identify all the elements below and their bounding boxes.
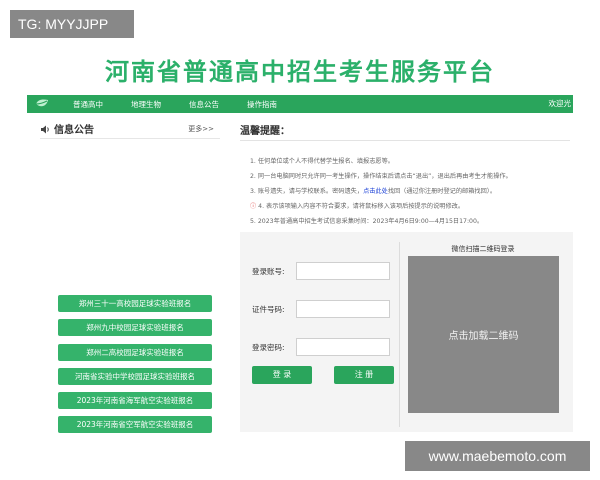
welcome-text: 欢迎光 — [548, 99, 572, 108]
more-link[interactable]: 更多>> — [188, 124, 214, 134]
account-input[interactable] — [296, 262, 390, 280]
recover-password-link[interactable]: 点击此处 — [363, 188, 388, 195]
tip-item: 3. 账号遗失，请与学校联系。密码遗失，点击此处找回（通过你注册时登记的邮箱找回… — [250, 188, 497, 195]
login-form: 登录账号: 证件号码: 登录密码: — [252, 262, 390, 376]
tg-badge: TG: MYYJJPP — [10, 10, 134, 38]
qr-placeholder-text: 点击加载二维码 — [448, 331, 519, 342]
login-divider — [399, 242, 400, 427]
nav-item-operation-guide[interactable]: 操作指南 — [247, 99, 277, 110]
tips-title: 温馨提醒： — [240, 126, 290, 137]
tip-item: 1. 任何单位或个人不得代替学生报名、填报志愿等。 — [250, 158, 394, 165]
leaf-logo-icon[interactable] — [27, 95, 57, 113]
tips-divider — [240, 140, 570, 141]
qr-code-area[interactable]: 点击加载二维码 — [408, 256, 559, 413]
notice-title: 信息公告 — [54, 125, 94, 136]
tip-item: 5. 2023年普通高中招生考试信息采集时间：2023年4月6日9:00—4月1… — [250, 218, 484, 225]
nav-item-general-high-school[interactable]: 普通高中 — [73, 99, 103, 110]
top-navbar: 普通高中 地理生物 信息公告 操作指南 欢迎光 — [27, 95, 573, 113]
speaker-icon — [40, 119, 51, 138]
link-zhengzhou-9-football[interactable]: 郑州九中校园足球实验班报名 — [58, 319, 212, 337]
notice-panel: 信息公告 更多>> — [40, 119, 220, 139]
link-henan-experimental-football[interactable]: 河南省实验中学校园足球实验班报名 — [58, 367, 212, 385]
tip-item: ⓘ 4. 表示该项输入内容不符合要求，请将鼠标移入该项后按提示的说明修改。 — [250, 203, 465, 210]
qr-title: 微信扫描二维码登录 — [451, 245, 515, 253]
id-number-input[interactable] — [296, 300, 390, 318]
account-row: 登录账号: — [252, 262, 390, 280]
link-airforce-aviation-class[interactable]: 2023年河南省空军航空实验班报名 — [58, 416, 212, 434]
id-row: 证件号码: — [252, 300, 390, 318]
tips-list: 1. 任何单位或个人不得代替学生报名、填报志愿等。 2. 同一台电脑同时只允许同… — [250, 150, 570, 225]
nav-item-announcements[interactable]: 信息公告 — [189, 99, 219, 110]
warning-icon: ⓘ — [250, 203, 259, 210]
login-box: 登录账号: 证件号码: 登录密码: 登 录 注 册 微信扫描二维码登录 点击加载… — [240, 232, 573, 432]
account-label: 登录账号: — [252, 266, 285, 276]
link-zhengzhou-2-football[interactable]: 郑州二高校园足球实验班报名 — [58, 343, 212, 361]
link-navy-aviation-class[interactable]: 2023年河南省海军航空实验班报名 — [58, 392, 212, 410]
tips-panel: 温馨提醒： 1. 任何单位或个人不得代替学生报名、填报志愿等。 2. 同一台电脑… — [240, 122, 570, 225]
password-row: 登录密码: — [252, 338, 390, 356]
watermark: www.maebemoto.com — [405, 441, 590, 471]
password-input[interactable] — [296, 338, 390, 356]
form-buttons: 登 录 注 册 — [252, 366, 416, 384]
id-number-label: 证件号码: — [252, 304, 285, 314]
notice-header: 信息公告 更多>> — [40, 119, 220, 139]
quick-links: 郑州三十一高校园足球实验班报名 郑州九中校园足球实验班报名 郑州二高校园足球实验… — [58, 295, 212, 441]
site-title: 河南省普通高中招生考生服务平台 — [105, 58, 495, 86]
register-button[interactable]: 注 册 — [334, 366, 394, 384]
link-zhengzhou-31-football[interactable]: 郑州三十一高校园足球实验班报名 — [58, 295, 212, 312]
login-button[interactable]: 登 录 — [252, 366, 312, 384]
password-label: 登录密码: — [252, 342, 285, 352]
nav-item-geography-biology[interactable]: 地理生物 — [131, 99, 161, 110]
tip-item: 2. 同一台电脑同时只允许同一考生操作，操作结束后请点击“退出”，退出后再由考生… — [250, 173, 512, 180]
